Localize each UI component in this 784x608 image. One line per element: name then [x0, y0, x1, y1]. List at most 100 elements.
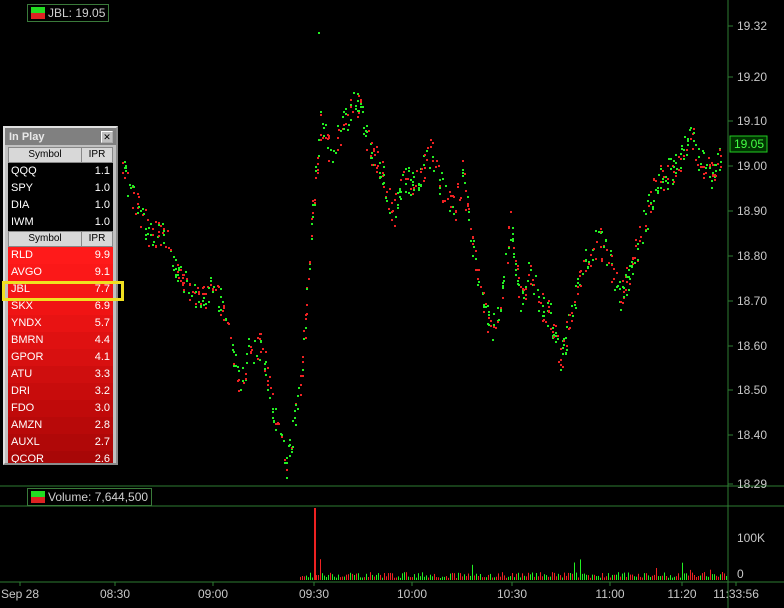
down-tick-dot	[305, 337, 307, 339]
up-tick-dot	[538, 296, 540, 298]
stock-table-header[interactable]: Symbol IPR	[8, 231, 113, 247]
down-tick-dot	[260, 351, 262, 353]
up-tick-dot	[158, 224, 160, 226]
stock-row[interactable]: AVGO 9.1	[8, 264, 113, 281]
up-tick-dot	[433, 170, 435, 172]
volume-bar-down	[556, 576, 557, 580]
stock-row[interactable]: ATU 3.3	[8, 366, 113, 383]
up-tick-dot	[289, 455, 291, 457]
volume-bar-down	[484, 577, 485, 580]
down-tick-dot	[650, 191, 652, 193]
stock-row[interactable]: AUXL 2.7	[8, 434, 113, 451]
up-tick-dot	[380, 176, 382, 178]
up-tick-dot	[439, 187, 441, 189]
up-tick-dot	[670, 158, 672, 160]
volume-bar-down	[564, 572, 565, 580]
price-header[interactable]: JBL: 19.05	[27, 4, 110, 22]
up-tick-dot	[203, 304, 205, 306]
index-row[interactable]: SPY 1.0	[8, 180, 113, 197]
volume-bar-up	[624, 572, 625, 580]
up-tick-dot	[175, 274, 177, 276]
volume-header[interactable]: Volume: 7,644,500	[27, 488, 153, 506]
in-play-titlebar[interactable]: In Play ✕	[5, 128, 116, 145]
down-tick-dot	[189, 283, 191, 285]
index-table-header[interactable]: Symbol IPR	[8, 147, 113, 163]
down-tick-dot	[203, 293, 205, 295]
stock-row[interactable]: BMRN 4.4	[8, 332, 113, 349]
up-tick-dot	[389, 212, 391, 214]
stock-row[interactable]: QCOR 2.6	[8, 451, 113, 463]
price-tick-label: 18.50	[737, 383, 767, 397]
price-tick-label: 18.29	[737, 477, 767, 491]
up-tick-dot	[657, 192, 659, 194]
up-tick-dot	[673, 166, 675, 168]
up-tick-dot	[560, 369, 562, 371]
up-tick-dot	[464, 182, 466, 184]
row-ipr: 1.0	[94, 182, 110, 194]
row-symbol: GPOR	[11, 351, 44, 363]
col-ipr[interactable]: IPR	[82, 232, 112, 246]
down-tick-dot	[302, 375, 304, 377]
volume-bar-down	[412, 577, 413, 580]
down-tick-dot	[697, 164, 699, 166]
down-tick-dot	[300, 394, 302, 396]
stock-row[interactable]: GPOR 4.1	[8, 349, 113, 366]
up-tick-dot	[706, 164, 708, 166]
up-tick-dot	[191, 295, 193, 297]
volume-bar-up	[326, 577, 327, 580]
up-tick-dot	[660, 168, 662, 170]
volume-header-label: Volume: 7,644,500	[48, 490, 149, 504]
col-symbol[interactable]: Symbol	[9, 148, 82, 162]
down-tick-dot	[613, 268, 615, 270]
up-tick-dot	[130, 187, 132, 189]
stock-row[interactable]: DRI 3.2	[8, 383, 113, 400]
stock-row[interactable]: FDO 3.0	[8, 400, 113, 417]
stock-row[interactable]: AMZN 2.8	[8, 417, 113, 434]
down-tick-dot	[243, 382, 245, 384]
down-tick-dot	[508, 227, 510, 229]
stock-row[interactable]: RLD 9.9	[8, 247, 113, 264]
down-tick-dot	[272, 393, 274, 395]
volume-bar-up	[672, 577, 673, 580]
volume-bar-up	[358, 573, 359, 580]
down-tick-dot	[416, 170, 418, 172]
volume-bar-up	[686, 573, 687, 580]
down-tick-dot	[394, 225, 396, 227]
down-tick-dot	[392, 210, 394, 212]
down-tick-dot	[525, 298, 527, 300]
col-symbol[interactable]: Symbol	[9, 232, 82, 246]
down-tick-dot	[400, 179, 402, 181]
down-tick-dot	[178, 277, 180, 279]
up-tick-dot	[687, 138, 689, 140]
close-icon[interactable]: ✕	[101, 130, 113, 143]
volume-bar-up	[440, 578, 441, 580]
index-row[interactable]: IWM 1.0	[8, 214, 113, 231]
up-tick-dot	[473, 246, 475, 248]
up-tick-dot	[314, 204, 316, 206]
down-tick-dot	[650, 211, 652, 213]
up-tick-dot	[672, 183, 674, 185]
up-tick-dot	[233, 365, 235, 367]
down-tick-dot	[715, 175, 717, 177]
up-tick-dot	[240, 389, 242, 391]
down-tick-dot	[680, 170, 682, 172]
up-tick-dot	[566, 349, 568, 351]
volume-bar-down	[620, 576, 621, 580]
index-row[interactable]: DIA 1.0	[8, 197, 113, 214]
down-tick-dot	[163, 228, 165, 230]
down-tick-dot	[215, 289, 217, 291]
stock-row[interactable]: YNDX 5.7	[8, 315, 113, 332]
down-tick-dot	[337, 149, 339, 151]
down-tick-dot	[430, 146, 432, 148]
down-tick-dot	[475, 250, 477, 252]
down-tick-dot	[545, 321, 547, 323]
index-row[interactable]: QQQ 1.1	[8, 163, 113, 180]
down-tick-dot	[611, 281, 613, 283]
up-tick-dot	[550, 312, 552, 314]
down-tick-dot	[686, 149, 688, 151]
row-symbol: DRI	[11, 385, 30, 397]
col-ipr[interactable]: IPR	[82, 148, 112, 162]
down-tick-dot	[439, 185, 441, 187]
volume-bar-down	[466, 576, 467, 580]
up-tick-dot	[355, 105, 357, 107]
